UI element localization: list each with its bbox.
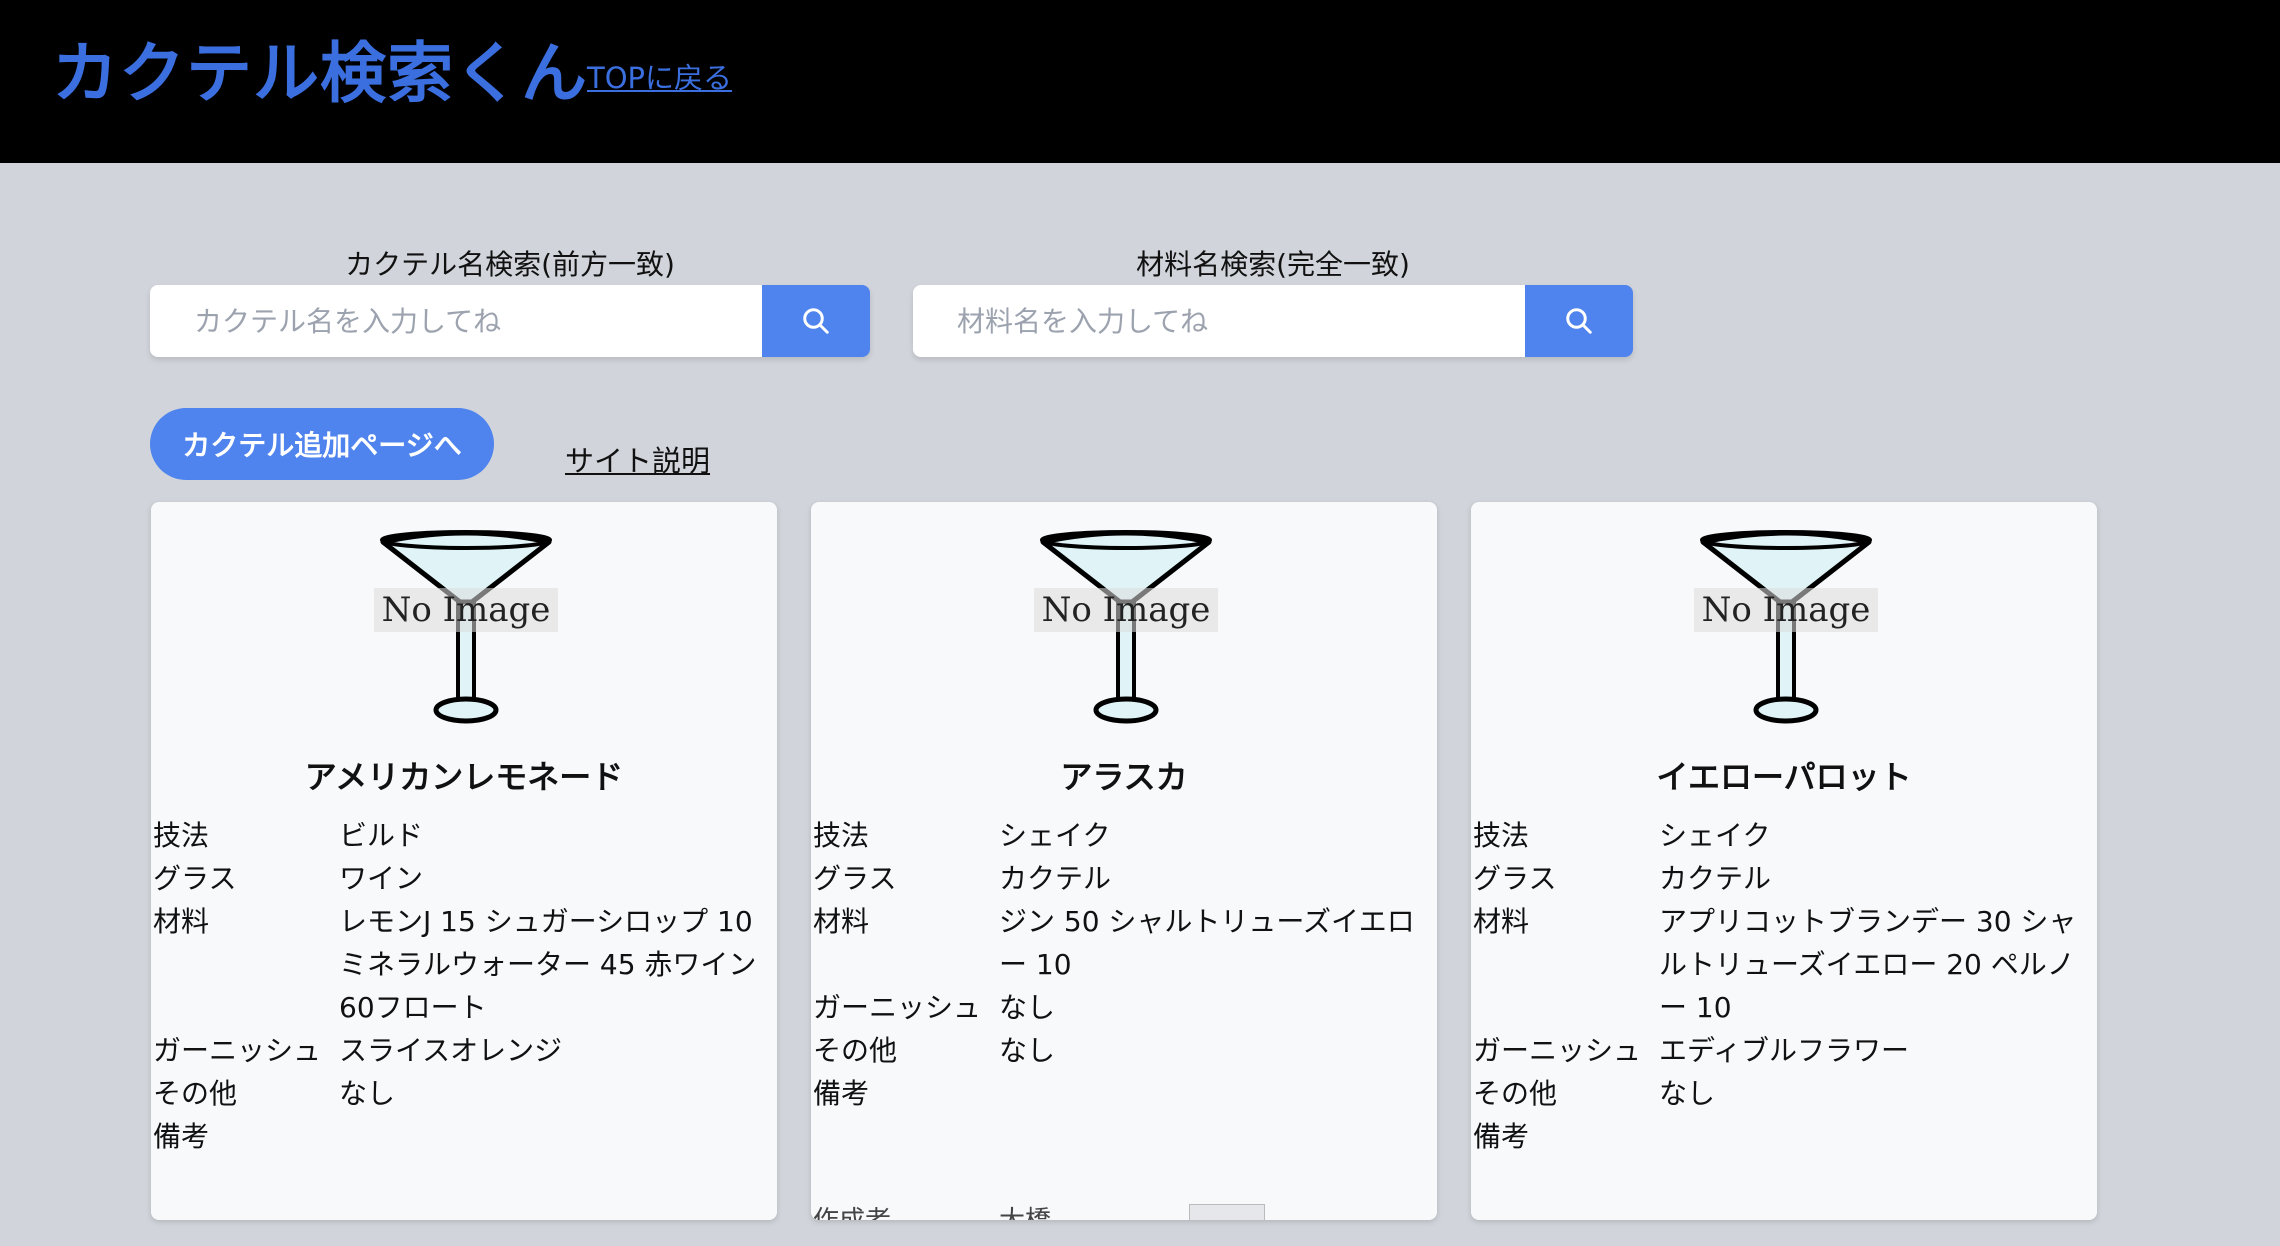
cocktail-name: イエローパロット: [1656, 758, 1912, 796]
garnish-label: ガーニッシュ: [813, 991, 982, 1024]
site-description-link[interactable]: サイト説明: [565, 438, 710, 480]
cocktail-card[interactable]: No Image イエローパロット 技法 シェイク グラス カクテル 材料 アプリコッ…: [1471, 502, 2097, 1220]
glass-value: カクテル: [999, 862, 1112, 895]
author-label: 作成者: [813, 1200, 999, 1220]
ingredients-label: 材料: [813, 905, 870, 938]
notes-value: [1659, 1115, 2091, 1158]
notes-label: 備考: [153, 1120, 210, 1153]
notes-value: [339, 1115, 771, 1158]
method-value: シェイク: [999, 819, 1111, 852]
cocktail-name: アメリカンレモネード: [304, 758, 624, 796]
card-action-button[interactable]: [1189, 1204, 1265, 1220]
glass-label: グラス: [813, 862, 897, 895]
other-value: なし: [1659, 1077, 1716, 1110]
cocktail-details: 技法 シェイク グラス カクテル 材料 ジン 50 シャルトリューズイエロー 10 ガ…: [813, 814, 1431, 1115]
glass-label: グラス: [153, 862, 237, 895]
other-label: その他: [153, 1077, 238, 1110]
app-title: カクテル検索くん: [52, 35, 588, 112]
ingredients-value: ジン 50 シャルトリューズイエロー 10: [999, 905, 1415, 981]
no-image-placeholder: No Image: [1691, 522, 1881, 732]
ingredient-search-button[interactable]: [1525, 285, 1633, 357]
cocktail-details: 技法 ビルド グラス ワイン 材料 レモンJ 15 シュガーシロップ 10 ミネラルウ…: [153, 814, 771, 1158]
garnish-value: エディブルフラワー: [1659, 1034, 1910, 1067]
method-label: 技法: [153, 819, 210, 852]
search-icon: [1566, 308, 1592, 334]
ingredients-label: 材料: [1473, 905, 1530, 938]
no-image-placeholder: No Image: [371, 522, 561, 732]
search-icon: [803, 308, 829, 334]
garnish-label: ガーニッシュ: [1473, 1034, 1642, 1067]
garnish-label: ガーニッシュ: [153, 1034, 322, 1067]
cocktail-name-search-row: [150, 285, 870, 357]
ingredient-input[interactable]: [913, 285, 1525, 357]
cocktail-name-search-button[interactable]: [762, 285, 870, 357]
cocktail-name-input[interactable]: [150, 285, 762, 357]
other-label: その他: [813, 1034, 898, 1067]
ingredient-search-row: [913, 285, 1633, 357]
other-value: なし: [999, 1034, 1056, 1067]
ingredients-value: アプリコットブランデー 30 シャルトリューズイエロー 20 ペルノー 10: [1659, 905, 2077, 1024]
garnish-value: スライスオレンジ: [339, 1034, 563, 1067]
other-value: なし: [339, 1077, 396, 1110]
cocktail-details: 技法 シェイク グラス カクテル 材料 アプリコットブランデー 30 シャルトリューズ…: [1473, 814, 2091, 1158]
cocktail-name-search-label: カクテル名検索(前方一致): [345, 248, 675, 281]
ingredient-search: 材料名検索(完全一致): [913, 245, 1633, 357]
top-link[interactable]: TOPに戻る: [587, 55, 732, 97]
method-label: 技法: [1473, 819, 1530, 852]
glass-value: ワイン: [339, 862, 424, 895]
add-cocktail-button[interactable]: カクテル追加ページへ: [150, 408, 494, 480]
no-image-placeholder: No Image: [1031, 522, 1221, 732]
glass-value: カクテル: [1659, 862, 1772, 895]
method-label: 技法: [813, 819, 870, 852]
no-image-text: No Image: [1033, 588, 1219, 632]
header-bar: カクテル検索くん TOPに戻る: [0, 0, 2280, 163]
notes-label: 備考: [813, 1077, 870, 1110]
cocktail-name-search: カクテル名検索(前方一致): [150, 245, 870, 357]
other-label: その他: [1473, 1077, 1558, 1110]
glass-label: グラス: [1473, 862, 1557, 895]
no-image-text: No Image: [373, 588, 559, 632]
card-footer: 作成者 大橋: [813, 1200, 1431, 1220]
ingredients-value: レモンJ 15 シュガーシロップ 10 ミネラルウォーター 45 赤ワイン 60…: [339, 905, 757, 1024]
garnish-value: なし: [999, 991, 1056, 1024]
notes-value: [999, 1072, 1431, 1115]
ingredient-search-label: 材料名検索(完全一致): [1136, 248, 1410, 281]
method-value: シェイク: [1659, 819, 1771, 852]
cocktail-card[interactable]: No Image アラスカ 技法 シェイク グラス カクテル 材料 ジン 50 シャル…: [811, 502, 1437, 1220]
cocktail-card[interactable]: No Image アメリカンレモネード 技法 ビルド グラス ワイン 材料 レモンJ …: [151, 502, 777, 1220]
method-value: ビルド: [339, 819, 424, 852]
ingredients-label: 材料: [153, 905, 210, 938]
no-image-text: No Image: [1693, 588, 1879, 632]
author-value: 大橋: [999, 1200, 1051, 1220]
cocktail-name: アラスカ: [1060, 758, 1188, 796]
notes-label: 備考: [1473, 1120, 1530, 1153]
